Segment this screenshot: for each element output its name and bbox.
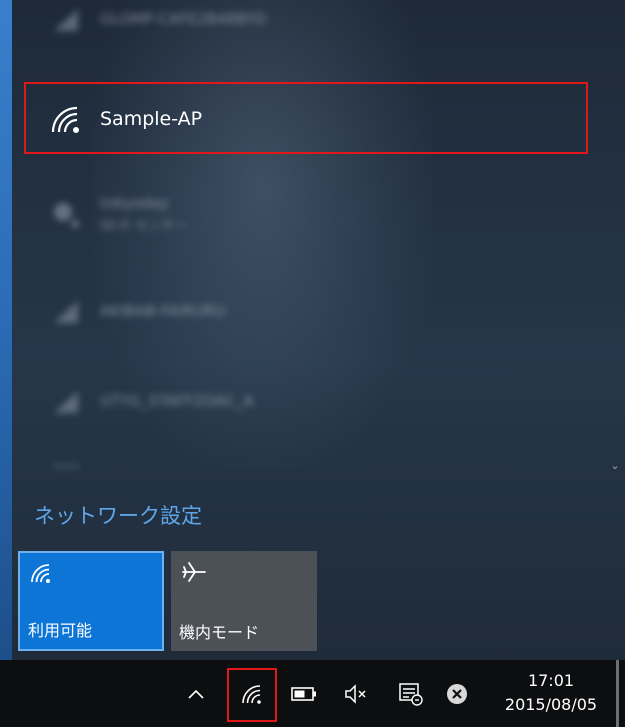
network-item[interactable]: AKIBAB-FAIRURU: [26, 276, 596, 346]
network-item[interactable]: [26, 452, 596, 482]
airplane-mode-tile[interactable]: 機内モード: [171, 551, 317, 651]
clock-time: 17:01: [527, 671, 575, 690]
airplane-tile-label: 機内モード: [179, 623, 260, 642]
action-center-notification-icon[interactable]: [394, 660, 428, 727]
network-settings-link[interactable]: ネットワーク設定: [34, 500, 202, 532]
wifi-icon: [30, 563, 56, 585]
wifi-tile-label: 利用可能: [28, 621, 93, 640]
airplane-icon: [181, 561, 207, 583]
taskbar-clock[interactable]: 17:01 2015/08/05: [488, 660, 614, 727]
clock-date: 2015/08/05: [504, 695, 598, 714]
network-item[interactable]: GLOMP-CAFE2B48BYD: [26, 0, 596, 54]
wifi-signal-icon: [46, 291, 86, 331]
network-name: UTYG_STAFFZOAC_A: [100, 392, 254, 410]
wifi-toggle-tile[interactable]: 利用可能: [18, 551, 164, 651]
network-name: AKIBAB-FAIRURU: [100, 302, 226, 320]
desktop-background: [0, 0, 12, 660]
network-name: tokyoday: [100, 194, 169, 212]
selected-network-highlight: [24, 82, 588, 154]
network-status: Wi-Fi センサー: [100, 219, 188, 234]
volume-muted-icon[interactable]: [340, 660, 374, 727]
network-name: GLOMP-CAFE2B48BYD: [100, 10, 267, 28]
network-list-scrollbar[interactable]: [609, 0, 619, 480]
show-hidden-icons-chevron-icon[interactable]: [182, 660, 210, 727]
network-item[interactable]: UTYG_STAFFZOAC_A: [26, 366, 596, 436]
scroll-down-arrow-icon[interactable]: ⌄: [608, 458, 622, 474]
show-desktop-button[interactable]: [616, 660, 619, 727]
tray-wifi-highlight: [227, 668, 277, 722]
wifi-signal-icon: [46, 0, 86, 39]
battery-icon[interactable]: [287, 660, 321, 727]
wireless-display-icon: [46, 195, 86, 235]
wifi-signal-icon: [46, 381, 86, 421]
wifi-signal-icon: [46, 447, 86, 487]
network-item[interactable]: tokyoday Wi-Fi センサー: [26, 180, 596, 250]
close-circle-icon[interactable]: [442, 660, 472, 727]
